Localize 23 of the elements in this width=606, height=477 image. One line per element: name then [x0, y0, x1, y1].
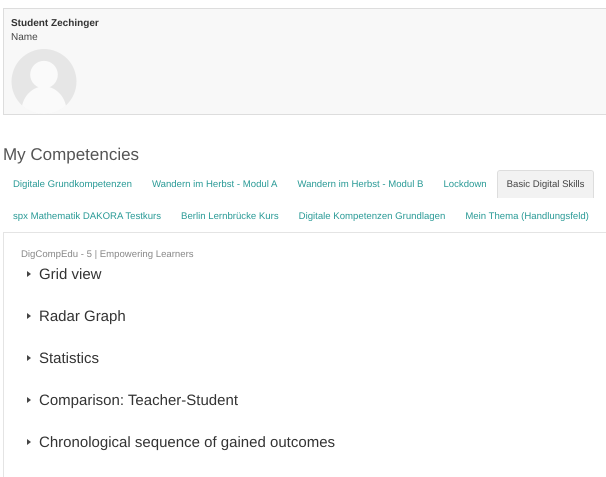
section-title[interactable]: Radar Graph: [39, 308, 126, 324]
course-tab[interactable]: Wandern im Herbst - Modul A: [142, 170, 288, 198]
caret-icon[interactable]: [27, 313, 32, 319]
breadcrumb: DigCompEdu - 5 | Empowering Learners: [21, 249, 195, 261]
name-label: Name: [11, 31, 38, 45]
caret-icon[interactable]: [27, 397, 32, 403]
student-name: Student Zechinger: [11, 17, 99, 31]
section-title[interactable]: Statistics: [39, 350, 100, 366]
section-title[interactable]: Grid view: [39, 266, 102, 282]
course-tab[interactable]: Berlin Lernbrücke Kurs: [171, 202, 289, 230]
course-tab[interactable]: Basic Digital Skills: [496, 170, 594, 198]
course-tab[interactable]: Digitale Grundkompetenzen: [3, 170, 142, 198]
course-tab[interactable]: Mein Thema (Handlungsfeld): [455, 202, 599, 230]
course-tab[interactable]: spx Mathematik DAKORA Testkurs: [3, 202, 172, 230]
course-tab[interactable]: Digitale Kompetenzen Grundlagen: [288, 202, 456, 230]
course-tab[interactable]: Wandern im Herbst - Modul B: [287, 170, 434, 198]
section-title[interactable]: Chronological sequence of gained outcomes: [39, 434, 336, 450]
page-heading: My Competencies: [3, 144, 140, 166]
caret-icon[interactable]: [27, 271, 32, 277]
caret-icon[interactable]: [27, 355, 32, 361]
course-tab[interactable]: Lockdown: [433, 170, 497, 198]
section-title[interactable]: Comparison: Teacher-Student: [39, 392, 238, 408]
caret-icon[interactable]: [27, 439, 32, 445]
